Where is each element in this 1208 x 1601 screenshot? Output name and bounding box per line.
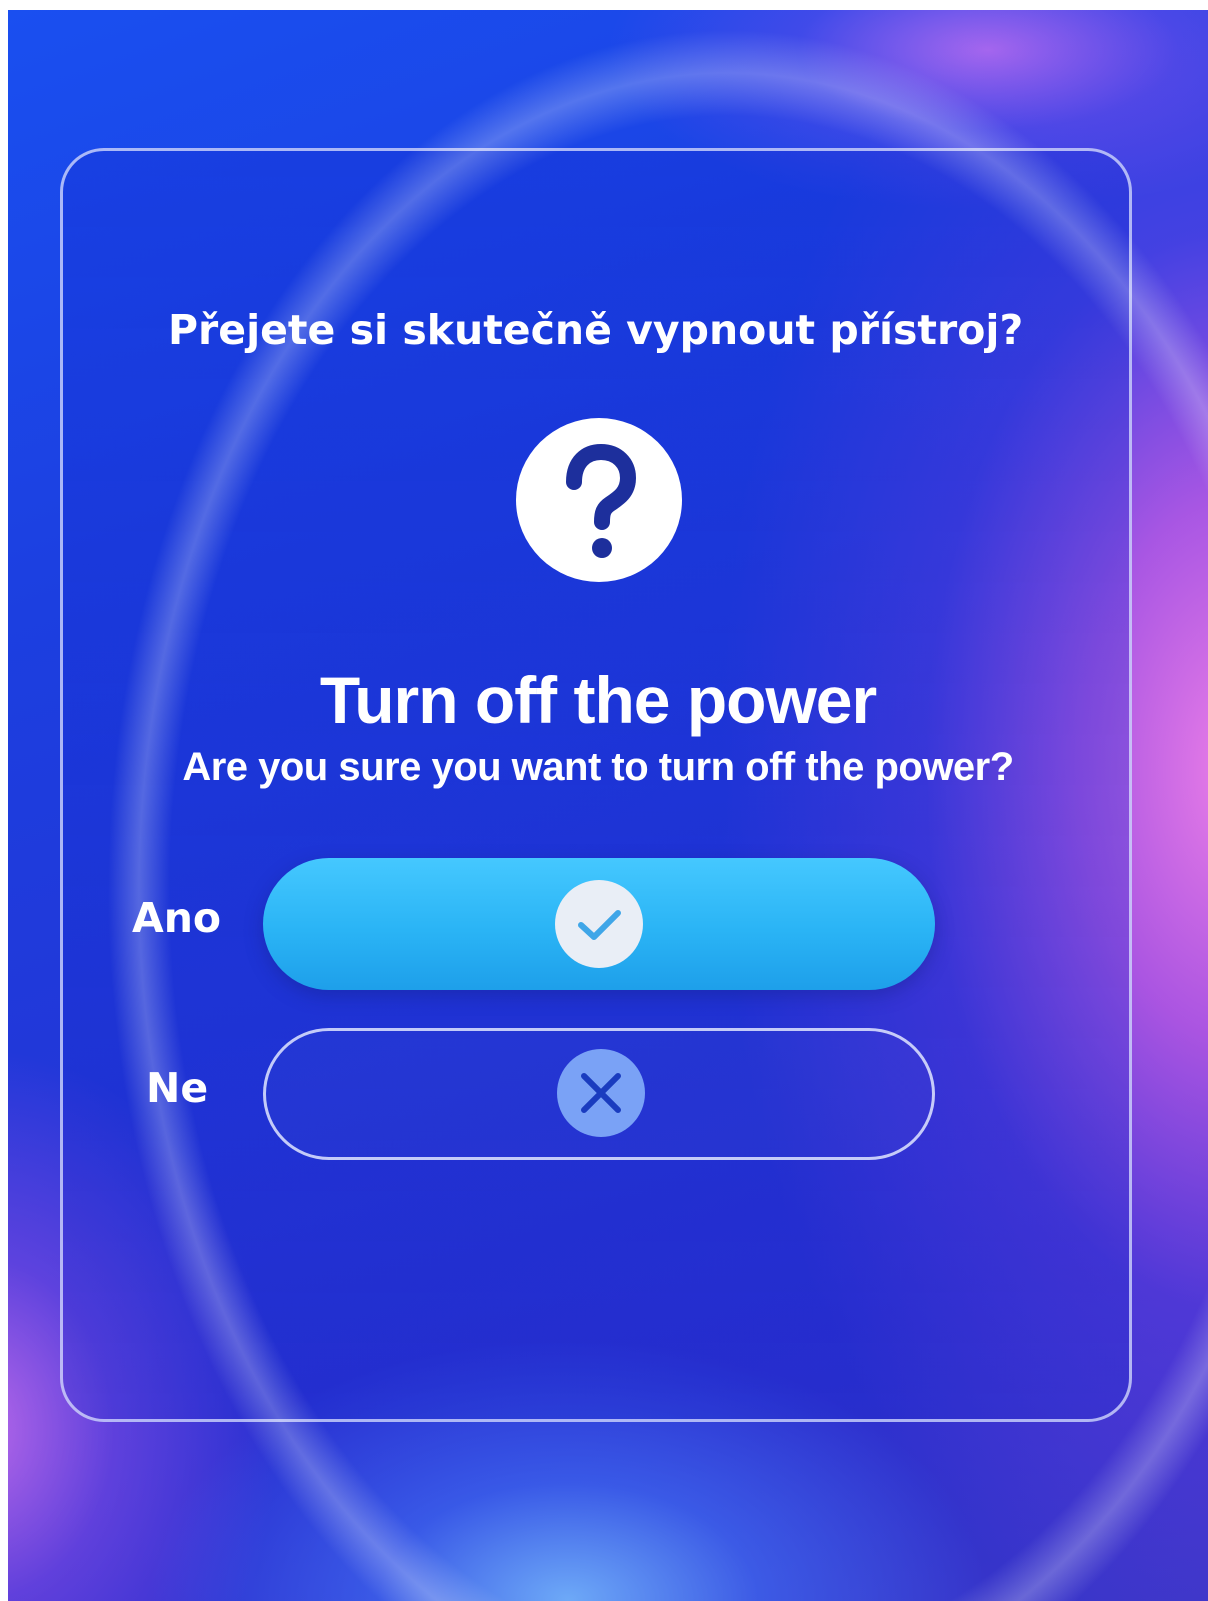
- cancel-button[interactable]: [263, 1028, 935, 1160]
- no-label: Ne: [146, 1064, 209, 1112]
- yes-label: Ano: [132, 894, 222, 942]
- dialog-title: Turn off the power: [319, 663, 877, 737]
- close-icon: [557, 1049, 645, 1137]
- czech-prompt: Přejete si skutečně vypnout přístroj?: [168, 306, 1024, 354]
- checkmark-icon: [555, 880, 643, 968]
- dialog-subtitle: Are you sure you want to turn off the po…: [182, 745, 1014, 789]
- question-mark-icon: [516, 418, 682, 582]
- power-off-screen: Přejete si skutečně vypnout přístroj? Tu…: [8, 10, 1208, 1601]
- confirm-button[interactable]: [263, 858, 935, 990]
